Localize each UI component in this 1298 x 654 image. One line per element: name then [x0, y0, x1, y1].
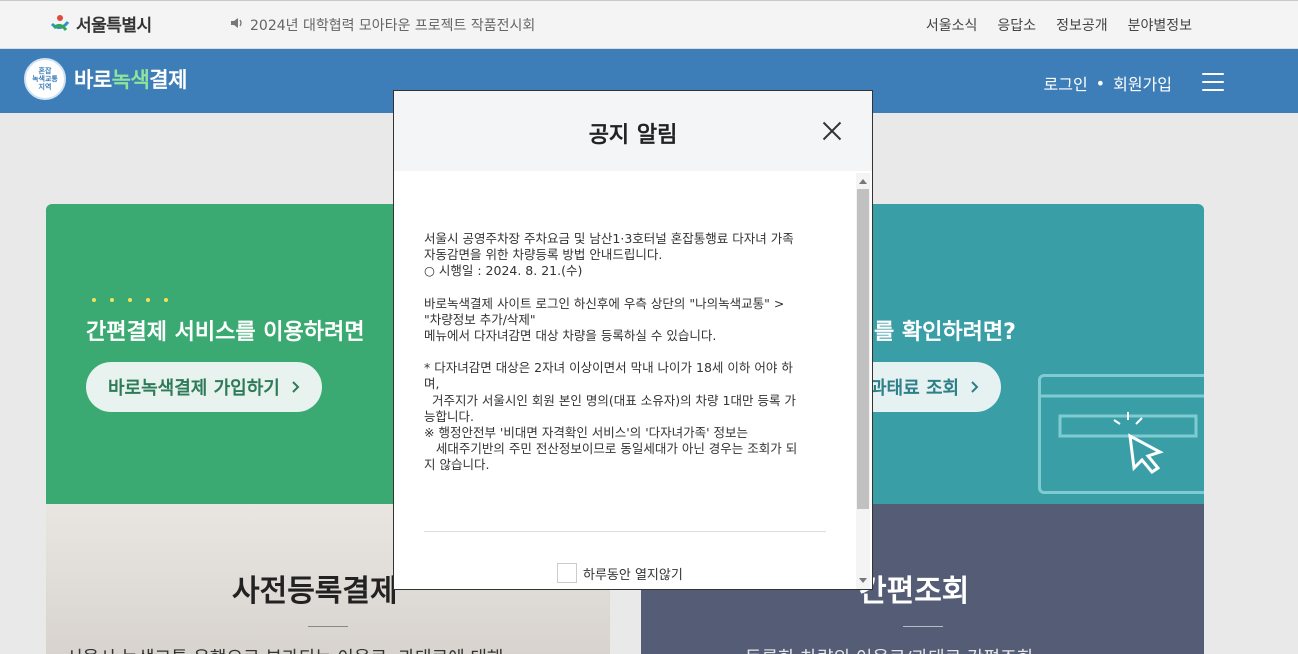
signup-card-heading: 간편결제 서비스를 이용하려면: [86, 320, 365, 345]
scroll-up-arrow-icon[interactable]: [859, 179, 867, 184]
link-seoul-news[interactable]: 서울소식: [926, 15, 978, 35]
chevron-right-icon: [971, 377, 979, 398]
link-response-center[interactable]: 응답소: [997, 15, 1036, 35]
modal-divider: [424, 531, 826, 532]
auth-links: 로그인 • 회원가입: [1044, 71, 1173, 95]
notice-line: 서울시 공영주차장 주차요금 및 남산1·3호터널 혼잡통행료 다자녀 가족 자…: [424, 231, 798, 263]
menu-icon[interactable]: [1202, 73, 1224, 91]
notice-text[interactable]: 2024년 대학협력 모아타운 프로젝트 작품전시회: [250, 15, 535, 35]
modal-content: 서울시 공영주차장 주차요금 및 남산1·3호터널 혼잡통행료 다자녀 가족 자…: [424, 231, 804, 474]
modal-scrollbar[interactable]: [856, 173, 870, 589]
modal-header: 공지 알림: [394, 91, 872, 171]
chevron-right-icon: [292, 377, 300, 398]
brand-prefix: 바로: [74, 68, 112, 92]
scroll-thumb[interactable]: [857, 189, 869, 509]
pre-registration-title: 사전등록결제: [232, 574, 398, 609]
emphasis-dots: [92, 298, 168, 302]
notice-line: 거주지가 서울시인 회원 본인 명의(대표 소유자)의 차량 1대만 등록 가능…: [424, 392, 796, 424]
title-underline: [308, 626, 348, 627]
login-link[interactable]: 로그인: [1044, 71, 1088, 95]
notice-line: 메뉴에서 다자녀감면 대상 차량을 등록하실 수 있습니다.: [424, 328, 717, 344]
screen-illustration: [1038, 374, 1204, 494]
fine-lookup-label: 과태료 조회: [870, 378, 960, 399]
brand-green: 녹색: [111, 68, 150, 92]
green-zone-emblem: 혼잡 녹색교통 지역: [24, 58, 66, 100]
link-field-info[interactable]: 분야별정보: [1128, 15, 1192, 35]
link-info-disclosure[interactable]: 정보공개: [1056, 15, 1108, 35]
signup-link[interactable]: 회원가입: [1113, 71, 1172, 95]
quick-lookup-title: 간편조회: [859, 574, 970, 609]
top-links: 서울소식 응답소 정보공개 분야별정보: [926, 15, 1192, 35]
notice-line: ※ 행정안전부 '비대면 자격확인 서비스'의 '다자녀가족' 정보는: [424, 425, 749, 441]
emblem-line-1: 혼잡: [38, 67, 52, 75]
seoul-gov-bar: 서울특별시 2024년 대학협력 모아타운 프로젝트 작품전시회 서울소식 응답…: [0, 0, 1298, 49]
title-underline: [903, 626, 943, 627]
notice-line: 세대주기반의 주민 전산정보이므로 동일세대가 아닌 경우는 조회가 되지 않습…: [424, 441, 798, 473]
scroll-down-arrow-icon[interactable]: [859, 578, 867, 583]
quick-lookup-desc: 등록한 차량의 이용료/과태료 간편조회: [745, 644, 1033, 654]
speaker-icon: [230, 17, 244, 33]
seoul-logo[interactable]: 서울특별시: [48, 11, 152, 36]
brand-logo[interactable]: 혼잡 녹색교통 지역 바로녹색결제: [24, 58, 187, 100]
emblem-line-2: 녹색교통: [32, 75, 58, 83]
notice-modal: 공지 알림 서울시 공영주차장 주차요금 및 남산1·3호터널 혼잡통행료 다자…: [393, 90, 873, 590]
auth-separator: •: [1095, 73, 1106, 93]
seoul-logo-icon: [48, 12, 72, 36]
brand-title: 바로녹색결제: [74, 64, 187, 94]
no-show-today-checkbox[interactable]: [557, 563, 577, 583]
signup-button[interactable]: 바로녹색결제 가입하기: [86, 362, 322, 412]
pre-registration-desc: 서울시 녹색교통 운행으로 부과되는 이용료, 과태료에 대해: [66, 644, 504, 654]
close-icon[interactable]: [822, 121, 842, 141]
brand-suffix: 결제: [149, 68, 187, 92]
seoul-logo-text: 서울특별시: [76, 16, 152, 36]
notice-line: * 다자녀감면 대상은 2자녀 이상이면서 막내 나이가 18세 이하 어야 하…: [424, 360, 793, 392]
no-show-today-label[interactable]: 하루동안 열지않기: [583, 564, 683, 583]
notice-line: ○ 시행일 : 2024. 8. 21.(수): [424, 263, 583, 279]
signup-button-label: 바로녹색결제 가입하기: [108, 378, 280, 399]
modal-title: 공지 알림: [588, 123, 678, 148]
fine-card-heading: 를 확인하려면?: [874, 320, 1016, 345]
notice-ticker[interactable]: 2024년 대학협력 모아타운 프로젝트 작품전시회: [230, 15, 535, 35]
no-show-today-option[interactable]: 하루동안 열지않기: [557, 563, 683, 583]
emblem-line-3: 지역: [38, 83, 52, 91]
notice-line: 바로녹색결제 사이트 로그인 하신후에 우측 상단의 "나의녹색교통" > "차…: [424, 295, 789, 327]
